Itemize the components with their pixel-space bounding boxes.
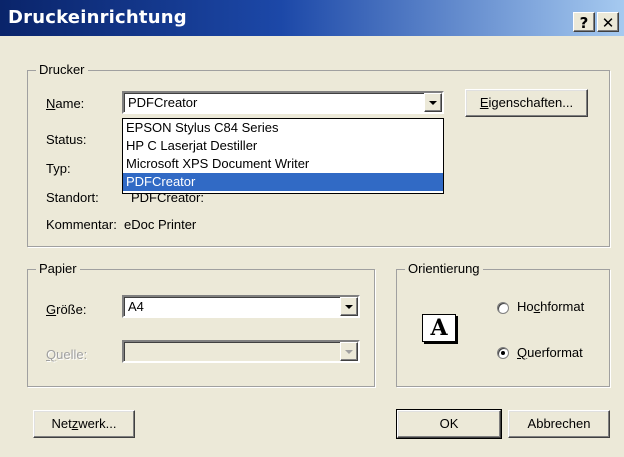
printer-name-label: Name: [46, 96, 85, 111]
printer-dropdown-list[interactable]: EPSON Stylus C84 Series HP C Laserjat De… [122, 118, 444, 194]
chevron-down-icon[interactable] [424, 93, 442, 112]
paper-source-select [122, 340, 360, 363]
paper-size-select[interactable]: A4 [122, 295, 360, 318]
paper-group-label: Papier [36, 261, 80, 276]
printer-name-select[interactable]: PDFCreator [122, 91, 444, 114]
portrait-label[interactable]: Hochformat [517, 299, 584, 314]
landscape-label[interactable]: Querformat [517, 345, 583, 360]
dropdown-option[interactable]: Microsoft XPS Document Writer [123, 155, 443, 173]
paper-size-value: A4 [128, 299, 144, 314]
chevron-down-icon[interactable] [340, 297, 358, 316]
network-button[interactable]: Netzwerk... [33, 410, 135, 438]
chevron-down-icon [340, 342, 358, 361]
comment-value: eDoc Printer [124, 217, 197, 232]
ok-button[interactable]: OK [396, 409, 502, 439]
status-label: Status: [46, 132, 87, 147]
location-label: Standort: [46, 190, 99, 205]
properties-button[interactable]: Eigenschaften... [465, 89, 588, 117]
orientation-group-label: Orientierung [405, 261, 483, 276]
landscape-radio[interactable] [497, 347, 509, 359]
dropdown-option-selected[interactable]: PDFCreator [123, 173, 443, 191]
paper-source-label: Quelle: [46, 347, 88, 362]
type-label: Typ: [46, 161, 71, 176]
paper-size-label: Größe: [46, 302, 87, 317]
window-title: Druckeinrichtung [8, 7, 187, 28]
paper-group: Papier [27, 261, 375, 387]
title-bar: Druckeinrichtung ? ✕ [0, 0, 624, 36]
printer-group-label: Drucker [36, 62, 88, 77]
cancel-button[interactable]: Abbrechen [508, 410, 610, 438]
comment-label: Kommentar: [46, 217, 117, 232]
dropdown-option[interactable]: HP C Laserjat Destiller [123, 137, 443, 155]
portrait-radio[interactable] [497, 302, 509, 314]
dropdown-option[interactable]: EPSON Stylus C84 Series [123, 119, 443, 137]
landscape-page-icon: A [422, 314, 456, 342]
printer-name-value: PDFCreator [128, 95, 198, 110]
close-button[interactable]: ✕ [597, 12, 619, 32]
help-button[interactable]: ? [573, 12, 595, 32]
